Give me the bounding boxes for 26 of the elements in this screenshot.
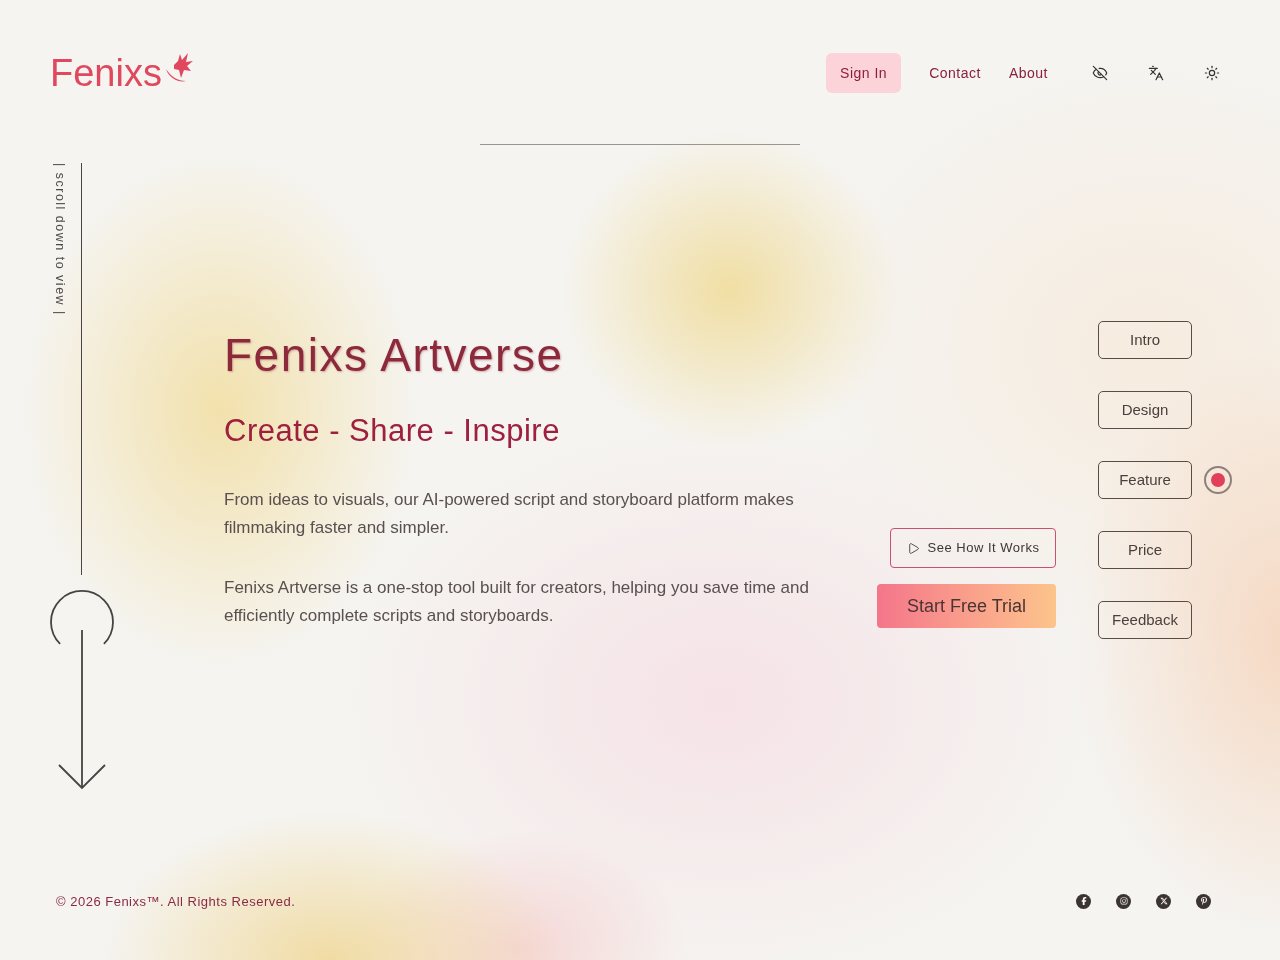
hero-paragraph: Fenixs Artverse is a one-stop tool built for creators, helping you save time and efficiently complete scripts and storyboards. — [224, 577, 810, 627]
facebook-icon[interactable] — [1076, 893, 1091, 909]
copyright-text: © 2026 Fenixs™. All Rights Reserved. — [56, 892, 296, 911]
start-free-trial-button[interactable]: Start Free Trial — [877, 584, 1056, 628]
scroll-down-arrow-icon — [50, 590, 114, 790]
eye-off-icon[interactable] — [1092, 65, 1108, 81]
instagram-icon[interactable] — [1116, 893, 1131, 909]
logo-text[interactable]: Fenixs — [50, 53, 162, 93]
scroll-hint-text: | scroll down to view | — [53, 163, 67, 316]
hero-paragraph: From ideas to visuals, our AI-powered script and storyboard platform makes filmmaking faster and simpler. — [224, 489, 795, 539]
x-icon[interactable] — [1156, 893, 1171, 909]
section-nav-button[interactable]: Intro — [1098, 321, 1192, 359]
see-how-it-works-button[interactable]: See How It Works — [890, 528, 1056, 568]
hero-subtitle: Create - Share - Inspire — [224, 412, 560, 450]
sun-icon[interactable] — [1204, 65, 1220, 81]
nav-link[interactable]: Contact — [929, 62, 981, 84]
pinterest-icon[interactable] — [1196, 893, 1211, 909]
translate-icon[interactable] — [1148, 65, 1164, 81]
section-nav-button[interactable]: Feature — [1098, 461, 1192, 499]
sign-in-button[interactable]: Sign In — [826, 53, 902, 93]
play-icon — [906, 541, 920, 555]
hero-title: Fenixs Artverse — [224, 328, 564, 383]
nav-link[interactable]: About — [1008, 62, 1048, 84]
section-nav-button[interactable]: Price — [1098, 531, 1192, 569]
section-nav-button[interactable]: Design — [1098, 391, 1192, 429]
section-nav-button[interactable]: Feedback — [1098, 601, 1192, 639]
